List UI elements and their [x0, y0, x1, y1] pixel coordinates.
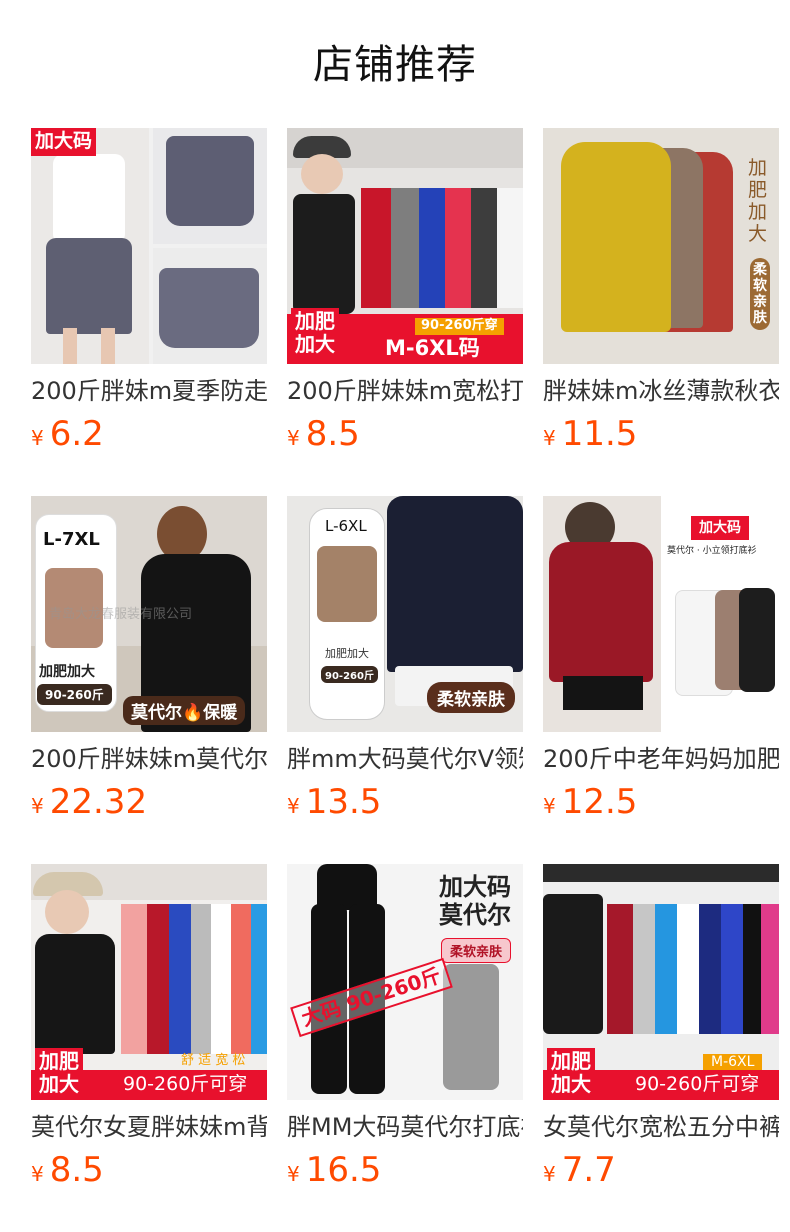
product-card[interactable]: 加肥 加大 90-260斤穿 M-6XL码 200斤胖妹妹m宽松打底吊带 ¥8.… [287, 128, 523, 458]
product-image[interactable]: 加大码 莫代尔 · 小立领打底衫 [543, 496, 779, 732]
price-value: 6.2 [49, 414, 104, 454]
product-price: ¥22.32 [31, 784, 267, 826]
product-price: ¥11.5 [543, 416, 779, 458]
currency-symbol: ¥ [543, 426, 556, 450]
product-price: ¥8.5 [287, 416, 523, 458]
price-value: 13.5 [305, 782, 382, 822]
product-card[interactable]: 加大码 200斤胖妹m夏季防走光打底裤 ¥6.2 [31, 128, 267, 458]
product-card[interactable]: 加大码 莫代尔 · 小立领打底衫 200斤中老年妈妈加肥打底衫 ¥12.5 [543, 496, 779, 826]
product-card[interactable]: L-7XL 加肥加大 90-260斤 青岛大龙春服装有限公司 莫代尔🔥保暖 20… [31, 496, 267, 826]
product-image[interactable]: 舒 适 宽 松 加肥 加大 90-260斤可穿 [31, 864, 267, 1100]
product-image[interactable]: 加大码 [31, 128, 267, 364]
tag-plus-size: 加肥 加大 [35, 1048, 83, 1098]
product-name[interactable]: 200斤胖妹m夏季防走光打底裤 [31, 376, 267, 406]
currency-symbol: ¥ [543, 794, 556, 818]
product-name[interactable]: 胖mm大码莫代尔V领短袖 [287, 744, 523, 774]
soft-badge: 柔 软 亲 肤 [750, 258, 770, 331]
price-value: 12.5 [561, 782, 638, 822]
size-tag: 加大码 [31, 128, 97, 156]
product-name[interactable]: 200斤胖妹妹m宽松打底吊带 [287, 376, 523, 406]
product-name[interactable]: 女莫代尔宽松五分中裤 [543, 1112, 779, 1142]
comfort-strip: 舒 适 宽 松 [181, 1053, 246, 1068]
product-card[interactable]: L-6XL 加肥加大 90-260斤 柔软亲肤 胖mm大码莫代尔V领短袖 ¥13… [287, 496, 523, 826]
size-range: L-6XL [325, 517, 367, 535]
size-range: M-6XL码 [385, 336, 480, 360]
price-value: 7.7 [561, 1150, 616, 1190]
size-tag: 加大码 [691, 516, 749, 541]
product-card[interactable]: 舒 适 宽 松 加肥 加大 90-260斤可穿 莫代尔女夏胖妹妹m背心 ¥8.5 [31, 864, 267, 1194]
product-name[interactable]: 胖妹妹m冰丝薄款秋衣 [543, 376, 779, 406]
product-name[interactable]: 莫代尔女夏胖妹妹m背心 [31, 1112, 267, 1142]
currency-symbol: ¥ [543, 1162, 556, 1186]
weight-range: 90-260斤可穿 [123, 1073, 248, 1095]
product-price: ¥12.5 [543, 784, 779, 826]
page-title: 店铺推荐 [313, 42, 477, 88]
plus-size-label: 加 肥 加 大 [748, 157, 768, 245]
product-image[interactable]: 加 肥 加 大 柔 软 亲 肤 [543, 128, 779, 364]
tag-plus-size: 加肥 加大 [291, 308, 339, 358]
size-range: M-6XL [703, 1054, 763, 1071]
product-subtitle: 莫代尔 · 小立领打底衫 [667, 546, 757, 556]
product-name[interactable]: 200斤胖妹妹m莫代尔套装 [31, 744, 267, 774]
tag-plus-size: 加肥 加大 [547, 1048, 595, 1098]
plus-size-label: 加肥加大 [325, 647, 369, 660]
weight-range: 90-260斤可穿 [635, 1073, 760, 1095]
currency-symbol: ¥ [287, 1162, 300, 1186]
product-price: ¥16.5 [287, 1152, 523, 1194]
price-value: 8.5 [49, 1150, 104, 1190]
product-price: ¥8.5 [31, 1152, 267, 1194]
product-image[interactable]: L-6XL 加肥加大 90-260斤 柔软亲肤 [287, 496, 523, 732]
product-image[interactable]: M-6XL 加肥 加大 90-260斤可穿 [543, 864, 779, 1100]
product-card[interactable]: 加大码 莫代尔 柔软亲肤 大码 90-260斤 胖MM大码莫代尔打底裤 ¥16.… [287, 864, 523, 1194]
product-name[interactable]: 胖MM大码莫代尔打底裤 [287, 1112, 523, 1142]
product-card[interactable]: 加 肥 加 大 柔 软 亲 肤 胖妹妹m冰丝薄款秋衣 ¥11.5 [543, 128, 779, 458]
product-price: ¥7.7 [543, 1152, 779, 1194]
product-price: ¥6.2 [31, 416, 267, 458]
weight-range: 90-260斤穿 [415, 318, 504, 335]
plus-size-label: 加肥加大 [39, 664, 95, 680]
product-card[interactable]: M-6XL 加肥 加大 90-260斤可穿 女莫代尔宽松五分中裤 ¥7.7 [543, 864, 779, 1194]
headline: 加大码 莫代尔 [439, 873, 511, 929]
soft-badge: 柔软亲肤 [441, 938, 512, 963]
price-value: 16.5 [305, 1150, 382, 1190]
product-name[interactable]: 200斤中老年妈妈加肥打底衫 [543, 744, 779, 774]
currency-symbol: ¥ [287, 426, 300, 450]
price-value: 22.32 [49, 782, 148, 822]
size-range: L-7XL [43, 529, 100, 550]
price-value: 11.5 [561, 414, 638, 454]
weight-range: 90-260斤 [321, 666, 378, 683]
currency-symbol: ¥ [31, 426, 44, 450]
soft-badge: 柔软亲肤 [427, 682, 515, 713]
price-value: 8.5 [305, 414, 360, 454]
weight-range: 90-260斤 [37, 684, 112, 705]
currency-symbol: ¥ [31, 794, 44, 818]
product-image[interactable]: 加大码 莫代尔 柔软亲肤 大码 90-260斤 [287, 864, 523, 1100]
material-badge: 莫代尔🔥保暖 [123, 696, 246, 725]
product-image[interactable]: 加肥 加大 90-260斤穿 M-6XL码 [287, 128, 523, 364]
product-price: ¥13.5 [287, 784, 523, 826]
currency-symbol: ¥ [31, 1162, 44, 1186]
watermark: 青岛大龙春服装有限公司 [49, 607, 193, 622]
product-image[interactable]: L-7XL 加肥加大 90-260斤 青岛大龙春服装有限公司 莫代尔🔥保暖 [31, 496, 267, 732]
currency-symbol: ¥ [287, 794, 300, 818]
